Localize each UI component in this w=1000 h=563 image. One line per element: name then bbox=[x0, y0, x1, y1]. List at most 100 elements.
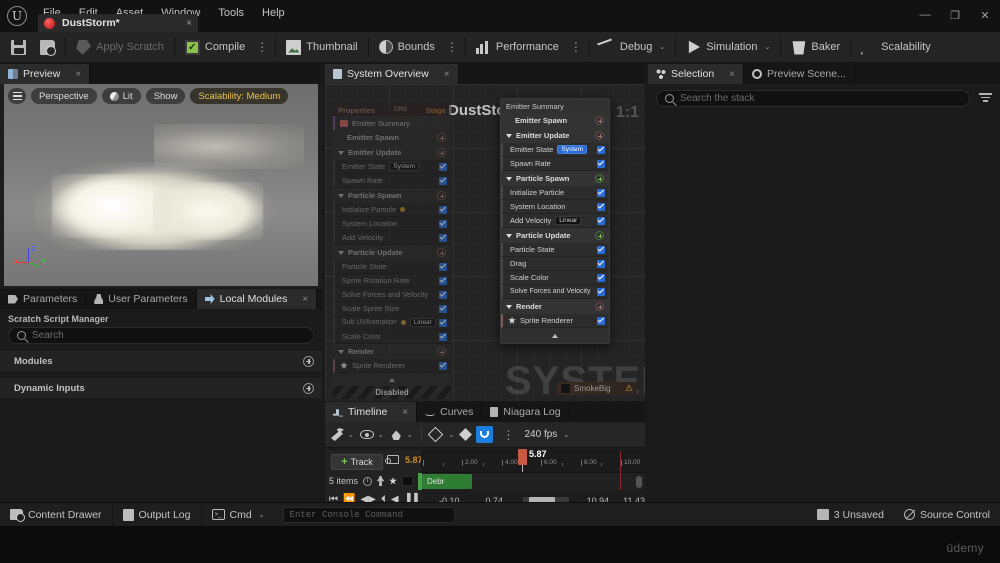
tab-system-overview[interactable]: System Overview × bbox=[325, 64, 459, 84]
source-control-button[interactable]: Source Control bbox=[894, 503, 1000, 527]
module-enabled-checkbox[interactable] bbox=[439, 162, 447, 171]
minimize-button[interactable]: — bbox=[910, 0, 940, 30]
module-enabled-checkbox[interactable] bbox=[597, 145, 605, 154]
node-graph-canvas[interactable]: DustStorm Zoom 1:1 SYSTEM Properties CPU… bbox=[325, 84, 645, 401]
apply-scratch-button[interactable]: Apply Scratch bbox=[69, 35, 171, 60]
module-enabled-checkbox[interactable] bbox=[597, 273, 605, 282]
module-enabled-checkbox[interactable] bbox=[439, 290, 447, 299]
add-module-icon[interactable] bbox=[595, 131, 604, 140]
stack-row-add-velocity[interactable]: Add Velocity bbox=[333, 231, 451, 245]
scratch-search-input[interactable]: Search bbox=[8, 327, 314, 344]
viewport-scalability-badge[interactable]: Scalability: Medium bbox=[190, 88, 289, 104]
stack-row-sprite-renderer[interactable]: Sprite Renderer bbox=[501, 314, 609, 328]
tab-preview[interactable]: Preview × bbox=[0, 64, 91, 84]
chevron-down-icon[interactable] bbox=[338, 150, 344, 155]
module-enabled-checkbox[interactable] bbox=[597, 287, 605, 296]
stack-row-sprite-rotation-rate[interactable]: Sprite Rotation Rate bbox=[333, 274, 451, 288]
module-enabled-checkbox[interactable] bbox=[439, 233, 447, 242]
stack-row-particle-state[interactable]: Particle State bbox=[333, 260, 451, 274]
playhead-handle[interactable] bbox=[518, 449, 527, 465]
stack-collapse-button[interactable] bbox=[333, 373, 451, 386]
stack-search-input[interactable]: Search the stack bbox=[656, 90, 970, 107]
module-enabled-checkbox[interactable] bbox=[597, 245, 605, 254]
add-module-icon[interactable] bbox=[437, 191, 446, 200]
module-enabled-checkbox[interactable] bbox=[597, 202, 605, 211]
add-module-icon[interactable] bbox=[437, 133, 446, 142]
close-button[interactable]: ✕ bbox=[970, 0, 1000, 30]
tab-timeline-close-icon[interactable]: × bbox=[402, 407, 408, 418]
menu-help[interactable]: Help bbox=[253, 4, 294, 22]
stack-group-particle-update[interactable]: Particle Update bbox=[333, 245, 451, 260]
stack-row-system-location[interactable]: System Location bbox=[501, 200, 609, 214]
keyframe-interp-button[interactable]: ⌄ bbox=[427, 426, 455, 443]
chevron-down-icon[interactable] bbox=[506, 304, 512, 309]
save-button[interactable] bbox=[4, 35, 33, 60]
emitter-summary-row[interactable]: Emitter Summary bbox=[333, 116, 451, 130]
compile-button[interactable]: Compile bbox=[178, 35, 252, 60]
tab-selection[interactable]: Selection × bbox=[648, 64, 745, 84]
chevron-down-icon[interactable] bbox=[338, 250, 344, 255]
timeline-scrollbar[interactable] bbox=[636, 476, 642, 488]
tab-preview-close-icon[interactable]: × bbox=[75, 69, 81, 80]
stack-row-solve-forces-and-velocity[interactable]: Solve Forces and Velocity bbox=[333, 288, 451, 302]
cmd-button[interactable]: >_ Cmd ⌄ bbox=[202, 503, 275, 527]
content-drawer-button[interactable]: Content Drawer bbox=[0, 502, 113, 527]
solo-icon[interactable] bbox=[377, 476, 385, 486]
snap-options-icon[interactable]: ⋮ bbox=[499, 428, 519, 442]
emitter-stack-header[interactable]: Properties CPU Stage bbox=[333, 104, 451, 116]
chevron-down-icon[interactable] bbox=[506, 176, 512, 181]
browse-button[interactable] bbox=[33, 35, 62, 60]
stack-group-emitter-spawn[interactable]: Emitter Spawn bbox=[501, 113, 609, 128]
stack-row-spawn-rate[interactable]: Spawn Rate bbox=[501, 157, 609, 171]
timeline-track-area[interactable]: Debr bbox=[418, 451, 645, 491]
tab-preview-scene[interactable]: Preview Scene... bbox=[744, 64, 855, 84]
chevron-down-icon[interactable] bbox=[506, 233, 512, 238]
stack-row-sprite-renderer[interactable]: Sprite Renderer bbox=[333, 359, 451, 373]
add-module-icon[interactable] bbox=[303, 355, 314, 367]
thumbnail-button[interactable]: Thumbnail bbox=[279, 35, 364, 60]
viewport-menu-button[interactable] bbox=[8, 88, 26, 104]
timeline-clip-debris[interactable]: Debr bbox=[422, 474, 472, 489]
add-module-icon[interactable] bbox=[437, 148, 446, 157]
add-module-icon[interactable] bbox=[595, 174, 604, 183]
preview-viewport[interactable]: Perspective Lit Show Scalability: Medium… bbox=[4, 84, 318, 286]
info-icon[interactable]: i bbox=[363, 476, 373, 486]
scalability-button[interactable]: Scalability bbox=[854, 35, 938, 60]
tab-user-parameters[interactable]: User Parameters bbox=[86, 289, 197, 309]
emitter-badge-smokebig[interactable]: SmokeBig ⚠ bbox=[557, 382, 637, 395]
baker-button[interactable]: Baker bbox=[784, 35, 847, 60]
add-renderer-icon[interactable] bbox=[595, 302, 604, 311]
module-enabled-checkbox[interactable] bbox=[439, 318, 447, 327]
timeline-effects-button[interactable]: ⌄ bbox=[390, 428, 413, 441]
add-module-icon[interactable] bbox=[595, 231, 604, 240]
stack-row-scale-sprite-size[interactable]: Scale Sprite Size bbox=[333, 302, 451, 316]
stack-group-emitter-spawn[interactable]: Emitter Spawn bbox=[333, 130, 451, 145]
add-keyframe-button[interactable] bbox=[458, 428, 472, 441]
stack-group-particle-update[interactable]: Particle Update bbox=[501, 228, 609, 243]
module-enabled-checkbox[interactable] bbox=[439, 262, 447, 271]
color-swatch[interactable] bbox=[402, 476, 414, 486]
chevron-down-icon[interactable] bbox=[338, 193, 344, 198]
category-dynamic-inputs[interactable]: Dynamic Inputs bbox=[0, 378, 322, 398]
add-module-icon[interactable] bbox=[437, 248, 446, 257]
filter-icon[interactable] bbox=[978, 93, 992, 104]
chevron-down-icon[interactable] bbox=[338, 349, 344, 354]
module-enabled-checkbox[interactable] bbox=[597, 216, 605, 225]
bounds-button[interactable]: Bounds bbox=[372, 35, 442, 60]
viewport-lit-button[interactable]: Lit bbox=[101, 88, 141, 104]
console-command-input[interactable]: Enter Console Command bbox=[282, 506, 455, 523]
maximize-button[interactable]: ❐ bbox=[940, 0, 970, 30]
stack-row-scale-color[interactable]: Scale Color bbox=[501, 271, 609, 285]
tab-system-overview-close-icon[interactable]: × bbox=[444, 69, 450, 80]
snap-toggle-button[interactable] bbox=[475, 426, 493, 443]
document-tab-close-icon[interactable]: × bbox=[158, 18, 192, 29]
stack-row-system-location[interactable]: System Location bbox=[333, 217, 451, 231]
stack-group-render[interactable]: Render bbox=[333, 344, 451, 359]
module-enabled-checkbox[interactable] bbox=[597, 259, 605, 268]
viewport-show-button[interactable]: Show bbox=[145, 88, 186, 104]
performance-options-icon[interactable]: ⋮ bbox=[566, 40, 586, 54]
stack-row-add-velocity[interactable]: Add Velocity Linear bbox=[501, 214, 609, 228]
stack-row-spawn-rate[interactable]: Spawn Rate bbox=[333, 174, 451, 188]
module-enabled-checkbox[interactable] bbox=[439, 219, 447, 228]
stack-collapse-button[interactable] bbox=[501, 328, 609, 343]
